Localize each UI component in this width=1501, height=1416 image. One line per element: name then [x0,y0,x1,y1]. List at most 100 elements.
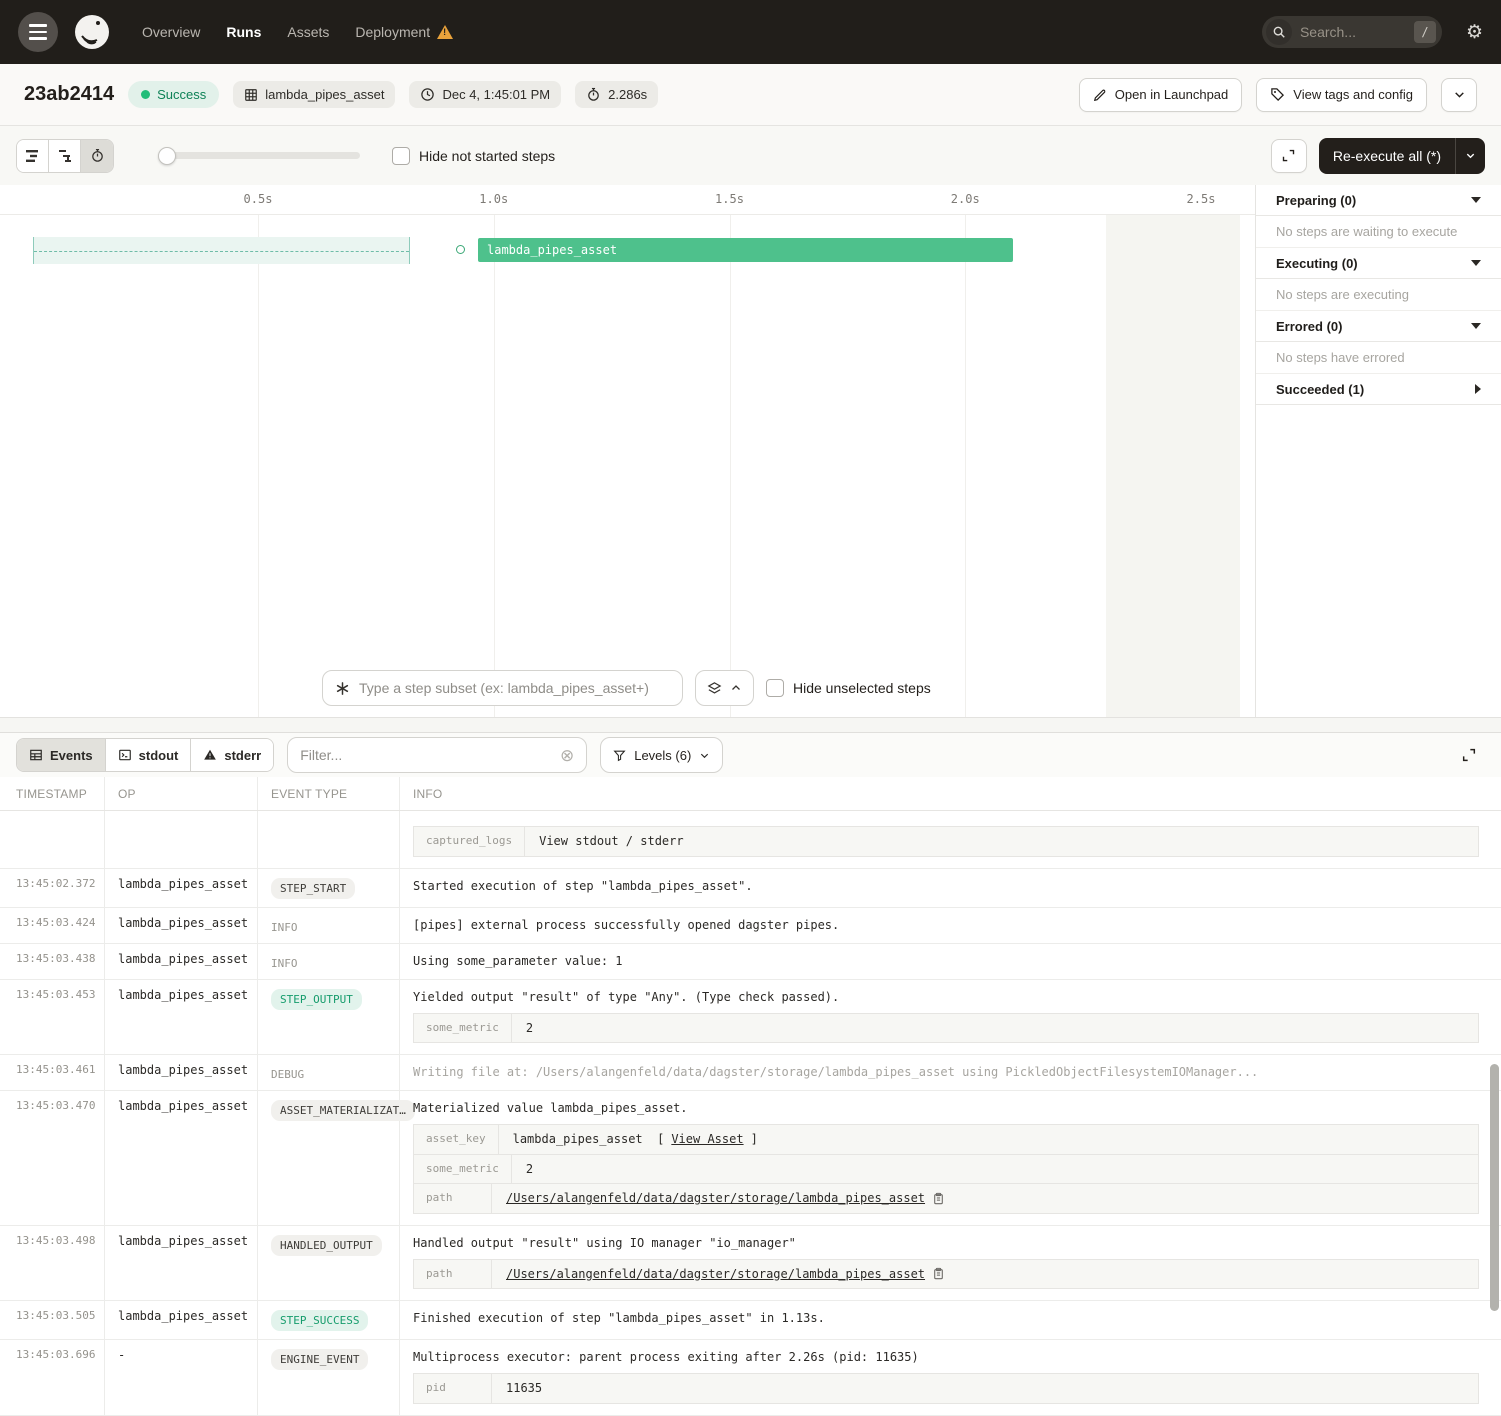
event-log-row[interactable]: 13:45:03.505lambda_pipes_assetSTEP_SUCCE… [0,1301,1501,1340]
vertical-scrollbar-thumb[interactable] [1490,1064,1499,1311]
sidebar-section-succeeded[interactable]: Succeeded (1) [1256,374,1501,405]
metadata-key: asset_key [414,1125,499,1154]
timeline-tick-label: 2.5s [1187,192,1216,206]
view-flat-icon[interactable] [17,140,49,172]
metadata-value: 2 [512,1155,547,1184]
event-type-cell: STEP_START [258,869,400,907]
zoom-slider[interactable] [158,147,360,165]
open-in-launchpad-button[interactable]: Open in Launchpad [1079,78,1242,112]
nav-deployment[interactable]: Deployment [355,24,453,40]
copy-icon[interactable] [932,1267,945,1280]
event-log-row[interactable]: 13:45:03.498lambda_pipes_assetHANDLED_OU… [0,1226,1501,1302]
event-type-badge: ENGINE_EVENT [271,1349,368,1370]
metadata-key: some_metric [414,1014,512,1043]
collapse-triangle-icon[interactable] [1471,197,1481,203]
metadata-value: /Users/alangenfeld/data/dagster/storage/… [492,1184,959,1213]
event-op: - [105,1340,258,1415]
event-info: Finished execution of step "lambda_pipes… [400,1301,1501,1339]
event-message: Writing file at: /Users/alangenfeld/data… [413,1063,1485,1081]
run-actions-caret-button[interactable] [1441,78,1477,112]
metadata-path-link[interactable]: /Users/alangenfeld/data/dagster/storage/… [506,1189,925,1207]
event-op: lambda_pipes_asset [105,1055,258,1090]
event-type-cell [258,811,400,868]
event-log-row[interactable]: 13:45:03.424lambda_pipes_assetINFO[pipes… [0,908,1501,944]
event-type-badge: ASSET_MATERIALIZAT… [271,1100,415,1121]
event-log-row[interactable]: 13:45:03.696-ENGINE_EVENTMultiprocess ex… [0,1340,1501,1416]
gantt-fullscreen-button[interactable] [1271,139,1307,173]
checkbox-icon[interactable] [392,147,410,165]
event-log-row[interactable]: 13:45:02.372lambda_pipes_assetSTEP_START… [0,869,1501,908]
view-waterfall-icon[interactable] [49,140,81,172]
run-header: 23ab2414 Success lambda_pipes_asset Dec … [0,64,1501,126]
hide-unselected-checkbox[interactable]: Hide unselected steps [766,679,931,697]
section-empty-message: No steps are executing [1256,279,1501,311]
event-type-cell: DEBUG [258,1055,400,1090]
metadata-value: /Users/alangenfeld/data/dagster/storage/… [492,1260,959,1289]
step-subset-input[interactable]: Type a step subset (ex: lambda_pipes_ass… [322,670,683,706]
run-id: 23ab2414 [24,83,114,106]
expand-triangle-icon[interactable] [1475,384,1481,394]
log-filter-input[interactable]: Filter... ⊗ [287,737,587,773]
hide-not-started-checkbox[interactable]: Hide not started steps [392,147,555,165]
clock-icon [420,87,435,102]
tab-stdout[interactable]: stdout [106,739,192,771]
section-empty-message: No steps have errored [1256,342,1501,374]
panel-divider[interactable] [0,718,1501,732]
view-tags-config-button[interactable]: View tags and config [1256,78,1427,112]
step-status-sidebar: Preparing (0)No steps are waiting to exe… [1256,185,1501,717]
checkbox-icon[interactable] [766,679,784,697]
event-log-row[interactable]: 13:45:03.470lambda_pipes_assetASSET_MATE… [0,1091,1501,1226]
hamburger-menu-icon[interactable] [18,12,58,52]
event-type-label: INFO [271,921,298,934]
sidebar-section-executing[interactable]: Executing (0) [1256,248,1501,279]
job-tag[interactable]: lambda_pipes_asset [233,81,395,108]
event-type-label: INFO [271,957,298,970]
tab-events[interactable]: Events [17,739,106,771]
settings-gear-icon[interactable]: ⚙ [1466,21,1483,44]
event-log-row[interactable]: 13:45:03.453lambda_pipes_assetSTEP_OUTPU… [0,980,1501,1056]
clear-filter-icon[interactable]: ⊗ [560,747,574,764]
section-empty-message: No steps are waiting to execute [1256,216,1501,248]
event-message: Handled output "result" using IO manager… [413,1234,1485,1252]
view-asset-link[interactable]: View Asset [671,1130,743,1148]
event-metadata-table: some_metric2 [413,1013,1479,1044]
graph-query-toggle-button[interactable] [695,670,754,706]
copy-icon[interactable] [932,1192,945,1205]
timeline-header: 0.5s1.0s1.5s2.0s2.5s [0,185,1255,215]
reexecute-all-button[interactable]: Re-execute all (*) [1319,138,1485,174]
start-time-tag: Dec 4, 1:45:01 PM [409,81,561,108]
event-log-row[interactable]: 13:45:03.461lambda_pipes_assetDEBUGWriti… [0,1055,1501,1091]
metadata-path-link[interactable]: /Users/alangenfeld/data/dagster/storage/… [506,1265,925,1283]
nav-assets[interactable]: Assets [287,24,329,40]
event-type-badge: STEP_SUCCESS [271,1310,368,1331]
nav-runs[interactable]: Runs [226,24,261,40]
nav-overview[interactable]: Overview [142,24,200,40]
view-timed-icon[interactable] [81,140,113,172]
tab-stderr[interactable]: stderr [191,739,273,771]
zoom-slider-knob[interactable] [158,147,176,165]
collapse-triangle-icon[interactable] [1471,260,1481,266]
search-input[interactable]: Search... / [1262,16,1442,48]
event-log-row[interactable]: 13:45:03.438lambda_pipes_assetINFOUsing … [0,944,1501,980]
event-timestamp: 13:45:03.470 [0,1091,105,1225]
gantt-step-bar[interactable]: lambda_pipes_asset [478,238,1013,262]
collapse-triangle-icon[interactable] [1471,323,1481,329]
levels-dropdown[interactable]: Levels (6) [600,737,723,773]
event-message: Started execution of step "lambda_pipes_… [413,877,1485,895]
stopwatch-icon [586,87,601,102]
expand-icon [1461,747,1477,763]
sidebar-section-errored[interactable]: Errored (0) [1256,311,1501,342]
event-log-row[interactable]: captured_logsView stdout / stderr [0,811,1501,869]
dagster-logo-icon[interactable] [72,12,112,52]
event-message: Materialized value lambda_pipes_asset. [413,1099,1485,1117]
logs-fullscreen-button[interactable] [1453,739,1485,771]
sidebar-section-preparing[interactable]: Preparing (0) [1256,185,1501,216]
gantt-view-mode-group [16,139,114,173]
event-info: Yielded output "result" of type "Any". (… [400,980,1501,1055]
event-timestamp: 13:45:03.453 [0,980,105,1055]
reexecute-caret[interactable] [1455,138,1485,174]
column-header: INFO [400,777,1501,810]
timeline-tick-label: 2.0s [951,192,980,206]
table-icon [29,748,43,762]
duration-tag: 2.286s [575,81,658,108]
